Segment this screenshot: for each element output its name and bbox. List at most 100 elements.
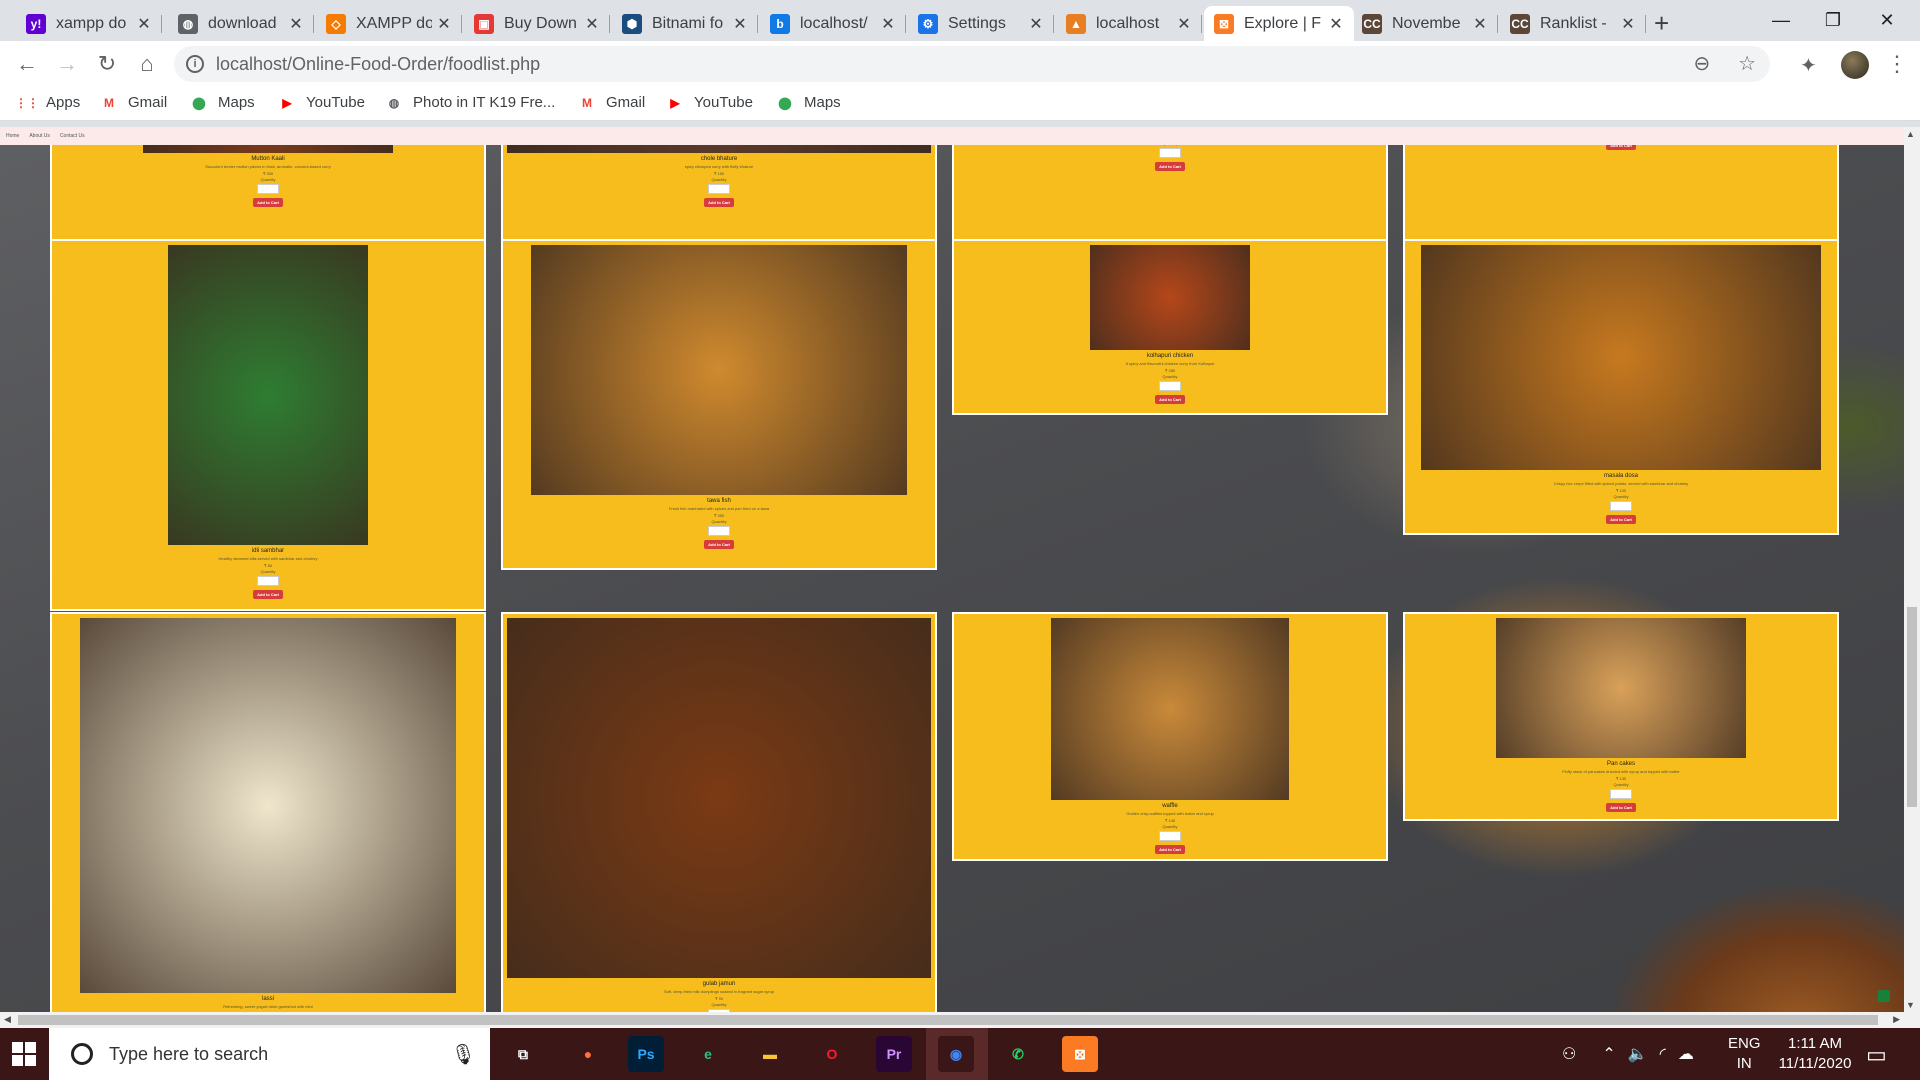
- url-text[interactable]: localhost/Online-Food-Order/foodlist.php: [216, 54, 540, 75]
- bookmark-item[interactable]: M Gmail: [100, 94, 167, 111]
- tab-close-icon[interactable]: ✕: [136, 14, 152, 34]
- tab-close-icon[interactable]: ✕: [1176, 14, 1192, 34]
- tab-close-icon[interactable]: ✕: [1620, 14, 1636, 34]
- home-icon[interactable]: ⌂: [132, 51, 162, 77]
- tab-close-icon[interactable]: ✕: [584, 14, 600, 34]
- bookmark-item[interactable]: ⋮⋮ Apps: [15, 94, 80, 111]
- add-to-cart-button[interactable]: Add to Cart: [704, 198, 734, 207]
- file-explorer-icon[interactable]: ▬: [752, 1036, 788, 1072]
- tab-close-icon[interactable]: ✕: [732, 14, 748, 34]
- notifications-icon[interactable]: ▭: [1866, 1042, 1887, 1068]
- browser-tab[interactable]: ▣ Buy Down ✕: [464, 6, 610, 41]
- horizontal-scrollbar[interactable]: ◀ ▶: [0, 1012, 1904, 1028]
- close-window-icon[interactable]: ✕: [1864, 4, 1910, 36]
- microphone-icon[interactable]: 🎙: [451, 1042, 476, 1067]
- add-to-cart-button[interactable]: Add to Cart: [1155, 162, 1185, 171]
- zoom-icon[interactable]: ⊖: [1694, 53, 1711, 75]
- reload-icon[interactable]: ↻: [92, 51, 122, 77]
- taskbar-search-box[interactable]: Type here to search 🎙: [49, 1028, 490, 1080]
- site-info-icon[interactable]: i: [186, 55, 204, 73]
- volume-icon[interactable]: 🔈: [1628, 1044, 1648, 1064]
- browser-tab[interactable]: ▲ localhost ✕: [1056, 6, 1202, 41]
- bookmark-item[interactable]: ⬤ Maps: [190, 94, 254, 111]
- hscroll-thumb[interactable]: [18, 1015, 1878, 1025]
- restore-icon[interactable]: ❐: [1810, 4, 1856, 36]
- quantity-input[interactable]: [1159, 148, 1181, 158]
- tab-close-icon[interactable]: ✕: [288, 14, 304, 34]
- browser-tab[interactable]: ⊠ Explore | F ✕: [1204, 6, 1354, 41]
- tab-close-icon[interactable]: ✕: [1472, 14, 1488, 34]
- windows-start-icon[interactable]: [12, 1042, 36, 1066]
- browser-tab[interactable]: ⬢ Bitnami fo ✕: [612, 6, 758, 41]
- quantity-input[interactable]: [708, 526, 730, 536]
- new-tab-button[interactable]: +: [1654, 8, 1669, 39]
- scroll-up-icon[interactable]: ▲: [1906, 129, 1915, 139]
- minimize-icon[interactable]: —: [1758, 4, 1804, 36]
- bookmark-label: Photo in IT K19 Fre...: [413, 94, 556, 111]
- scroll-right-icon[interactable]: ▶: [1893, 1014, 1900, 1025]
- profile-avatar[interactable]: [1841, 51, 1869, 79]
- add-to-cart-button[interactable]: Add to Cart: [253, 590, 283, 599]
- address-bar[interactable]: i localhost/Online-Food-Order/foodlist.p…: [174, 46, 1770, 82]
- browser-tab[interactable]: ◍ download ✕: [168, 6, 314, 41]
- back-icon[interactable]: ←: [12, 51, 42, 77]
- extensions-puzzle-icon[interactable]: ✦: [1800, 53, 1817, 78]
- tab-close-icon[interactable]: ✕: [436, 14, 452, 34]
- scroll-down-icon[interactable]: ▼: [1906, 1000, 1915, 1010]
- edge-icon[interactable]: e: [690, 1036, 726, 1072]
- search-placeholder[interactable]: Type here to search: [109, 1044, 268, 1065]
- add-to-cart-button[interactable]: Add to Cart: [1155, 395, 1185, 404]
- language-indicator[interactable]: ENG IN: [1728, 1034, 1761, 1074]
- bookmark-item[interactable]: ⬤ Maps: [776, 94, 840, 111]
- add-to-cart-button[interactable]: Add to Cart: [1155, 845, 1185, 854]
- forward-icon[interactable]: →: [52, 51, 82, 77]
- photoshop-icon[interactable]: Ps: [628, 1036, 664, 1072]
- nav-contact-link[interactable]: Contact Us: [60, 133, 85, 139]
- quantity-input[interactable]: [257, 576, 279, 586]
- bookmark-star-icon[interactable]: ☆: [1738, 53, 1756, 75]
- whatsapp-icon[interactable]: ✆: [1000, 1036, 1036, 1072]
- cortana-icon[interactable]: [71, 1043, 93, 1065]
- browser-tab[interactable]: b localhost/ ✕: [760, 6, 906, 41]
- quantity-input[interactable]: [1159, 831, 1181, 841]
- add-to-cart-button[interactable]: Add to Cart: [704, 540, 734, 549]
- onedrive-icon[interactable]: ☁: [1678, 1044, 1694, 1064]
- bookmark-item[interactable]: M Gmail: [578, 94, 645, 111]
- quantity-input[interactable]: [708, 184, 730, 194]
- quantity-input[interactable]: [1159, 381, 1181, 391]
- bookmark-item[interactable]: ◍ Photo in IT K19 Fre...: [385, 94, 556, 111]
- wifi-icon[interactable]: ◜: [1660, 1044, 1666, 1064]
- bookmark-item[interactable]: ▶ YouTube: [278, 94, 365, 111]
- browser-tab[interactable]: CC Novembe ✕: [1352, 6, 1498, 41]
- quantity-input[interactable]: [1610, 501, 1632, 511]
- premiere-icon[interactable]: Pr: [876, 1036, 912, 1072]
- scroll-left-icon[interactable]: ◀: [4, 1014, 11, 1025]
- browser-tab[interactable]: y! xampp do ✕: [16, 6, 162, 41]
- tab-close-icon[interactable]: ✕: [880, 14, 896, 34]
- quantity-input[interactable]: [1610, 789, 1632, 799]
- taskbar-clock[interactable]: 1:11 AM 11/11/2020: [1770, 1034, 1860, 1074]
- nav-home-link[interactable]: Home: [6, 133, 19, 139]
- bookmark-item[interactable]: ▶ YouTube: [666, 94, 753, 111]
- browser-menu-icon[interactable]: ⋮: [1886, 51, 1908, 77]
- browser-tab[interactable]: ◇ XAMPP do ✕: [316, 6, 462, 41]
- vertical-scrollbar[interactable]: ▲ ▼: [1904, 127, 1920, 1012]
- scroll-thumb[interactable]: [1907, 607, 1917, 807]
- task-view-icon[interactable]: ⧉: [505, 1036, 541, 1072]
- nav-about-link[interactable]: About Us: [29, 133, 50, 139]
- tab-close-icon[interactable]: ✕: [1328, 14, 1344, 34]
- browser-tab[interactable]: ⚙ Settings ✕: [908, 6, 1054, 41]
- xampp-icon[interactable]: ⊠: [1062, 1036, 1098, 1072]
- tab-title: XAMPP do: [356, 14, 432, 32]
- quantity-input[interactable]: [257, 184, 279, 194]
- browser-tab[interactable]: CC Ranklist - ✕: [1500, 6, 1646, 41]
- add-to-cart-button[interactable]: Add to Cart: [1606, 803, 1636, 812]
- firefox-icon[interactable]: ●: [570, 1036, 606, 1072]
- tray-expand-icon[interactable]: ⌃: [1602, 1044, 1615, 1064]
- opera-icon[interactable]: O: [814, 1036, 850, 1072]
- people-icon[interactable]: ⚇: [1562, 1044, 1576, 1064]
- tab-close-icon[interactable]: ✕: [1028, 14, 1044, 34]
- chrome-icon[interactable]: ◉: [938, 1036, 974, 1072]
- add-to-cart-button[interactable]: Add to Cart: [253, 198, 283, 207]
- add-to-cart-button[interactable]: Add to Cart: [1606, 515, 1636, 524]
